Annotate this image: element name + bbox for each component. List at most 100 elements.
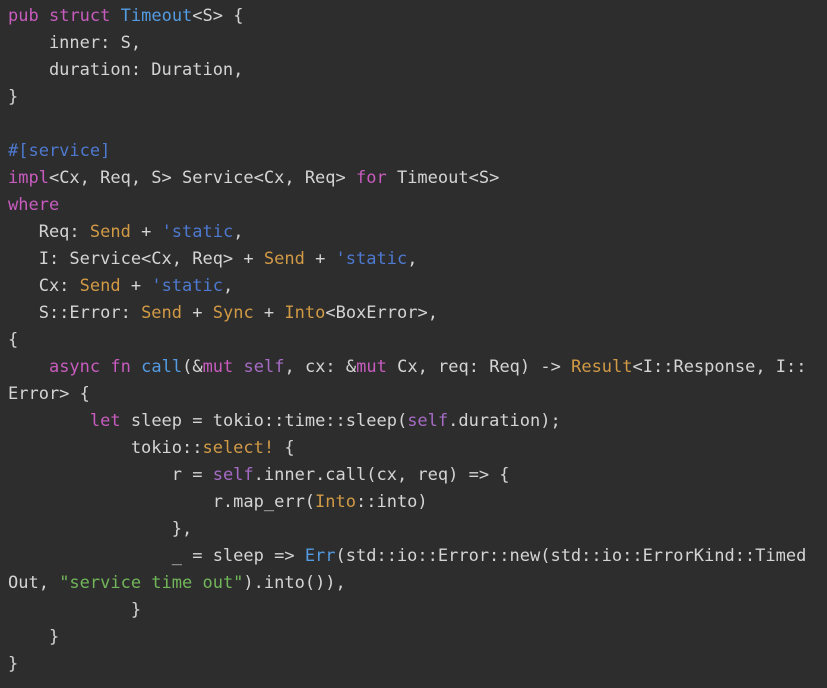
code-token <box>110 6 120 26</box>
code-line: tokio::select! { <box>8 435 827 462</box>
code-line: impl<Cx, Req, S> Service<Cx, Req> for Ti… <box>8 165 827 192</box>
code-line: r = self.inner.call(cx, req) => { <box>8 462 827 489</box>
code-token: mut <box>203 357 234 377</box>
code-token: { <box>8 330 18 350</box>
code-token: pub <box>8 6 39 26</box>
code-line: } <box>8 651 827 678</box>
code-token: Err <box>305 546 336 566</box>
code-line: r.map_err(Into::into) <box>8 489 827 516</box>
code-line: Error> { <box>8 381 827 408</box>
code-token: (std::io::Error::new(std::io::ErrorKind:… <box>336 546 807 566</box>
code-token: Timeout<S> <box>387 168 500 188</box>
code-token: (& <box>182 357 202 377</box>
code-line: { <box>8 327 827 354</box>
code-token: Cx, req: Req) -> <box>387 357 571 377</box>
code-token: } <box>8 600 141 620</box>
code-token: , cx: & <box>284 357 356 377</box>
code-token: for <box>356 168 387 188</box>
code-token: "service time out" <box>59 573 243 593</box>
code-token <box>39 6 49 26</box>
code-line: } <box>8 84 827 111</box>
code-token: }, <box>8 519 192 539</box>
code-token: Send <box>264 249 305 269</box>
code-token: impl <box>8 168 49 188</box>
code-token: } <box>8 654 18 674</box>
code-token: { <box>274 438 294 458</box>
code-token: + <box>131 222 162 242</box>
code-token: , <box>407 249 417 269</box>
code-line <box>8 111 827 138</box>
code-line: Cx: Send + 'static, <box>8 273 827 300</box>
code-token: , <box>223 276 233 296</box>
code-token: Send <box>80 276 121 296</box>
code-token: .inner.call(cx, req) => { <box>254 465 510 485</box>
code-line: I: Service<Cx, Req> + Send + 'static, <box>8 246 827 273</box>
code-token: + <box>182 303 213 323</box>
code-token <box>233 357 243 377</box>
code-line: _ = sleep => Err(std::io::Error::new(std… <box>8 543 827 570</box>
code-line: pub struct Timeout<S> { <box>8 3 827 30</box>
code-token: mut <box>356 357 387 377</box>
code-token: fn <box>110 357 130 377</box>
code-content: pub struct Timeout<S> { inner: S, durati… <box>0 0 827 678</box>
code-token: <S> { <box>192 6 243 26</box>
code-token: + <box>254 303 285 323</box>
code-token: self <box>407 411 448 431</box>
code-token: 'static <box>162 222 234 242</box>
code-token: r.map_err( <box>8 492 315 512</box>
code-token: _ = sleep => <box>8 546 305 566</box>
code-token: async <box>49 357 100 377</box>
code-line: inner: S, <box>8 30 827 57</box>
code-token: Out, <box>8 573 59 593</box>
code-token: struct <box>49 6 110 26</box>
code-token: 'static <box>336 249 408 269</box>
code-line: Out, "service time out").into()), <box>8 570 827 597</box>
code-line: Req: Send + 'static, <box>8 219 827 246</box>
code-line: #[service] <box>8 138 827 165</box>
code-token: select! <box>202 438 274 458</box>
code-token: 'static <box>151 276 223 296</box>
code-token: let <box>90 411 121 431</box>
code-token: Sync <box>213 303 254 323</box>
code-token: Send <box>90 222 131 242</box>
code-line: duration: Duration, <box>8 57 827 84</box>
code-token <box>100 357 110 377</box>
code-token <box>8 411 90 431</box>
code-token: Send <box>141 303 182 323</box>
code-token: self <box>213 465 254 485</box>
code-token <box>8 357 49 377</box>
code-line: } <box>8 597 827 624</box>
code-token: <Cx, Req, S> Service<Cx, Req> <box>49 168 356 188</box>
code-token: where <box>8 195 59 215</box>
code-token: Req: <box>8 222 90 242</box>
code-token: + <box>305 249 336 269</box>
code-token: ::into) <box>356 492 428 512</box>
code-token: S::Error: <box>8 303 141 323</box>
code-token: duration: Duration, <box>8 60 243 80</box>
code-token: Cx: <box>8 276 80 296</box>
code-line: async fn call(&mut self, cx: &mut Cx, re… <box>8 354 827 381</box>
code-token: } <box>8 87 18 107</box>
code-token: Timeout <box>121 6 193 26</box>
code-token: sleep = tokio::time::sleep( <box>121 411 408 431</box>
code-token: Into <box>284 303 325 323</box>
code-token: <I::Response, I:: <box>633 357 807 377</box>
code-token: I: Service<Cx, Req> + <box>8 249 264 269</box>
code-token: + <box>121 276 152 296</box>
code-token: } <box>8 627 59 647</box>
code-token: tokio:: <box>8 438 202 458</box>
code-token: , <box>233 222 243 242</box>
code-line: }, <box>8 516 827 543</box>
code-token: inner: S, <box>8 33 141 53</box>
code-token <box>131 357 141 377</box>
code-token: <BoxError>, <box>325 303 438 323</box>
code-line: let sleep = tokio::time::sleep(self.dura… <box>8 408 827 435</box>
code-token: #[service] <box>8 141 110 161</box>
code-token: .duration); <box>448 411 561 431</box>
code-line: where <box>8 192 827 219</box>
code-line: S::Error: Send + Sync + Into<BoxError>, <box>8 300 827 327</box>
code-editor[interactable]: pub struct Timeout<S> { inner: S, durati… <box>0 0 827 688</box>
code-line: } <box>8 624 827 651</box>
code-token: call <box>141 357 182 377</box>
code-token: self <box>244 357 285 377</box>
